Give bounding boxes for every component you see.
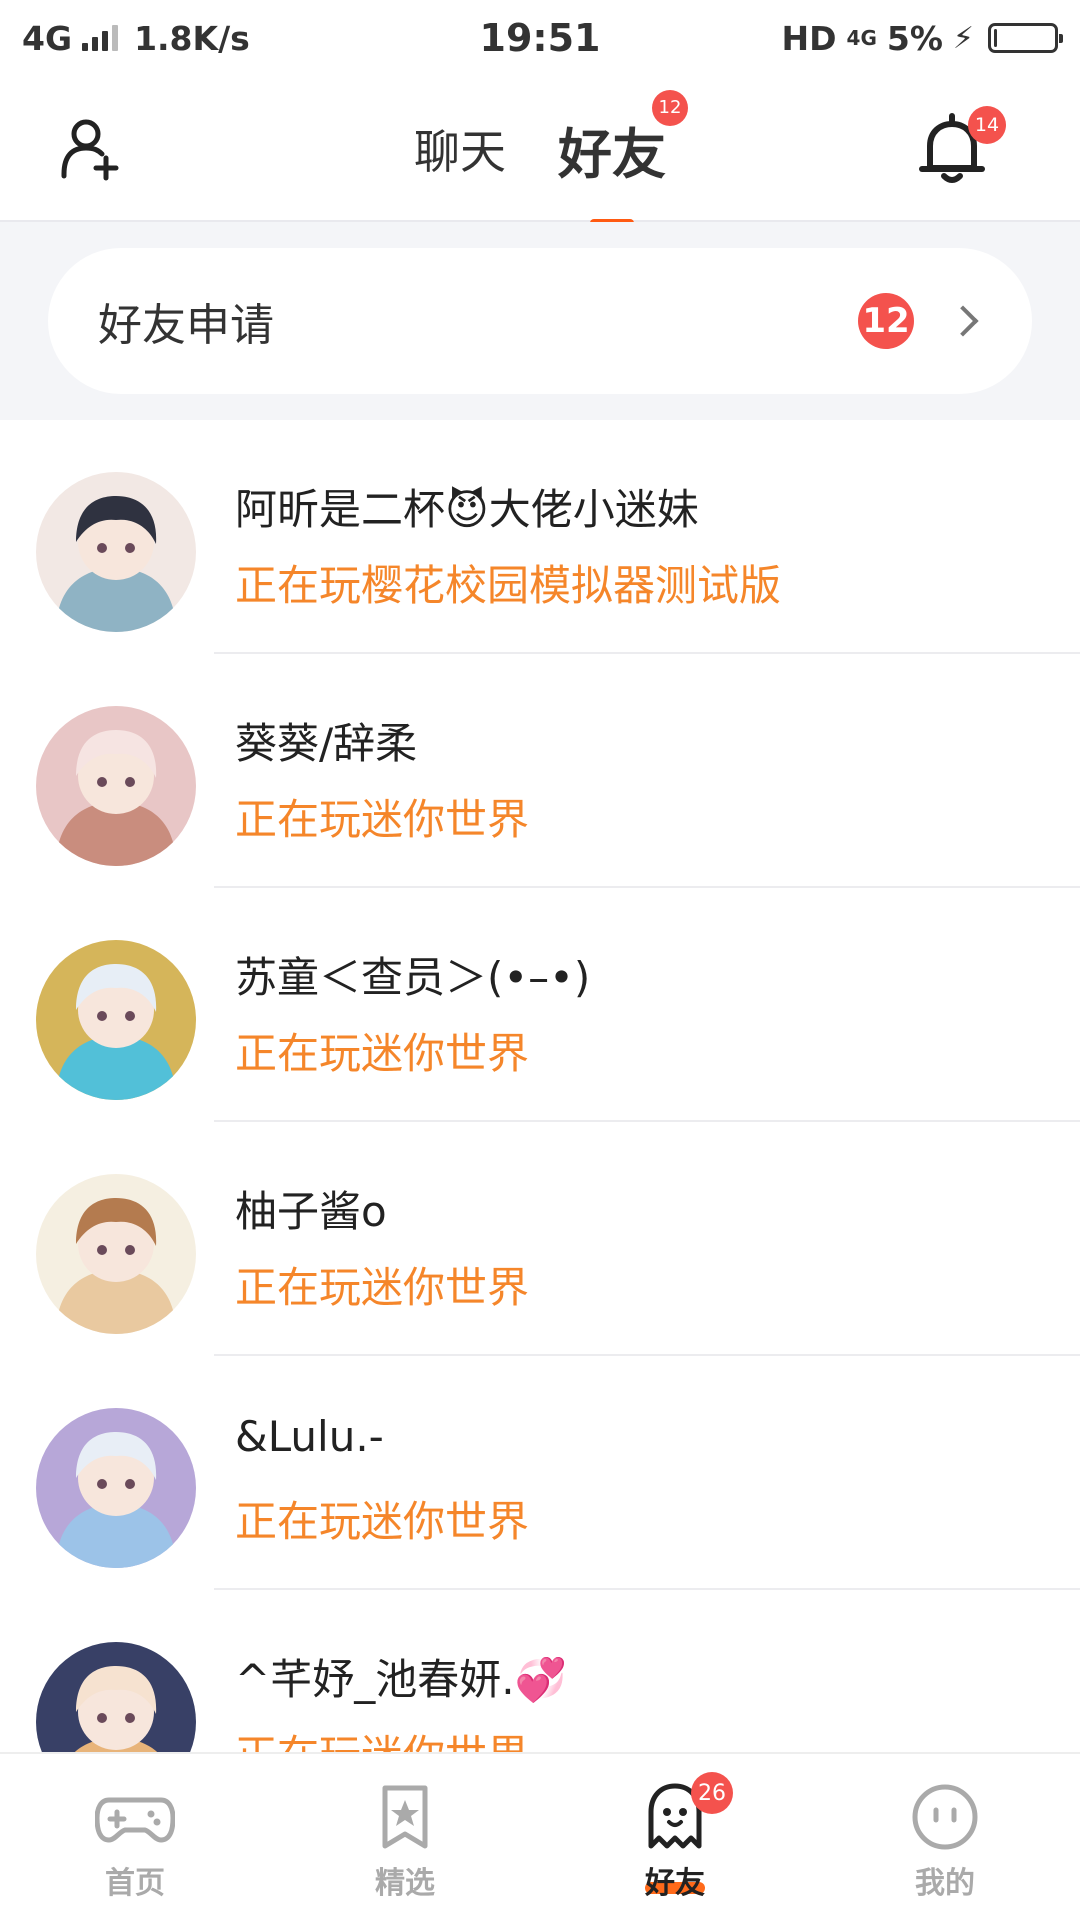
friend-request-label: 好友申请 [98,300,274,351]
tab-friends-badge: 12 [652,89,688,126]
friend-name: 葵葵/辞柔 [235,719,418,768]
bottom-nav: 首页 精选 26 好友 我的 [0,1752,1080,1920]
friend-name: &Lulu.- [235,1412,384,1461]
friend-request-count: 12 [858,293,914,349]
nav-home-label: 首页 [105,1866,165,1901]
tab-chat[interactable]: 聊天 [414,116,506,182]
status-bar: 4G 1.8K/s 19:51 HD 4G 5% ⚡ [0,0,1080,76]
nav-friends[interactable]: 26 好友 [540,1754,810,1920]
friend-row[interactable]: 阿昕是二杯😈大佬小迷妹正在玩樱花校园模拟器测试版 [0,420,1080,654]
friend-status: 正在玩樱花校园模拟器测试版 [235,561,782,610]
network-type: 4G [22,18,73,58]
avatar[interactable] [36,940,196,1100]
nav-home[interactable]: 首页 [0,1754,270,1920]
avatar[interactable] [36,1174,196,1334]
hd-indicator: HD [781,18,837,58]
avatar-image [36,472,196,632]
friend-row[interactable]: 柚子酱o 正在玩迷你世界 [0,1122,1080,1356]
battery-percent: 5% [886,18,943,58]
friend-name: 苏童＜查员＞(•–•) [235,953,591,1002]
notification-badge: 14 [968,106,1006,144]
friend-row[interactable]: 苏童＜查员＞(•–•) 正在玩迷你世界 [0,888,1080,1122]
signal-icon [82,25,119,51]
avatar-image [36,1408,196,1568]
tab-friends-label: 好友 [558,122,666,186]
friend-status: 正在玩迷你世界 [235,1263,530,1312]
nav-me-label: 我的 [915,1866,975,1901]
avatar-image [36,706,196,866]
friend-status: 正在玩迷你世界 [235,795,530,844]
nav-me[interactable]: 我的 [810,1754,1080,1920]
friend-row[interactable]: &Lulu.- 正在玩迷你世界 [0,1356,1080,1590]
network-speed: 1.8K/s [134,18,250,58]
friend-name: 柚子酱o [235,1187,387,1236]
network-small: 4G [846,26,877,50]
avatar[interactable] [36,1408,196,1568]
status-left: 4G 1.8K/s [22,19,402,58]
friend-request-section: 好友申请 12 [0,222,1080,420]
avatar-image [36,1174,196,1334]
status-right: HD 4G 5% ⚡ [678,18,1063,58]
friend-name: ^芊妤_池春妍.💞 [235,1655,567,1704]
friend-status: 正在玩迷你世界 [235,1029,530,1078]
nav-friends-label: 好友 [645,1866,705,1901]
tab-chat-label: 聊天 [414,125,506,179]
status-time: 19:51 [479,16,601,60]
face-icon [912,1784,978,1850]
nav-featured-label: 精选 [375,1866,435,1901]
battery-icon [988,23,1063,53]
header: 聊天 好友 12 14 [0,76,1080,227]
avatar[interactable] [36,472,196,632]
friend-name: 阿昕是二杯😈大佬小迷妹 [235,485,699,534]
friend-list: 阿昕是二杯😈大佬小迷妹 正在玩樱花校园模拟器测试版 葵葵/辞柔 正在玩迷你世界 苏童＜查… [0,420,1080,1824]
nav-featured[interactable]: 精选 [270,1754,540,1920]
avatar-image [36,940,196,1100]
friend-row[interactable]: 葵葵/辞柔正在玩迷你世界 [0,654,1080,888]
star-bookmark-icon [382,1785,428,1849]
friend-request-button[interactable]: 好友申请 12 [48,248,1032,394]
tab-friends[interactable]: 好友 12 [558,89,688,227]
notification-button[interactable]: 14 [916,106,1006,188]
chevron-right-icon [947,305,979,337]
friend-status: 正在玩迷你世界 [235,1497,530,1546]
nav-friends-badge: 26 [691,1772,733,1814]
gamepad-icon [95,1797,175,1843]
charging-icon: ⚡ [952,20,974,56]
avatar[interactable] [36,706,196,866]
